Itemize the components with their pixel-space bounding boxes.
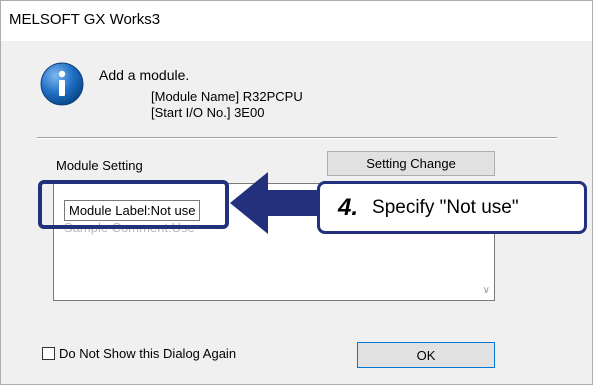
scroll-down-icon[interactable]: ∨ (483, 285, 490, 296)
callout-text: Specify "Not use" (372, 196, 519, 218)
step-number: 4. (338, 193, 359, 221)
start-io-line: [Start I/O No.] 3E00 (151, 105, 265, 120)
window-title: MELSOFT GX Works3 (9, 11, 161, 28)
message-heading: Add a module. (99, 67, 190, 83)
instruction-callout: 4. Specify "Not use" (317, 181, 587, 234)
info-icon (40, 62, 84, 106)
dont-show-label[interactable]: Do Not Show this Dialog Again (59, 346, 236, 361)
setting-change-button[interactable]: Setting Change (327, 151, 495, 176)
title-bar: MELSOFT GX Works3 (1, 1, 592, 41)
highlight-box (38, 180, 229, 229)
module-setting-label: Module Setting (56, 158, 143, 173)
ok-button[interactable]: OK (357, 342, 495, 368)
dont-show-checkbox[interactable] (42, 347, 55, 360)
module-name-line: [Module Name] R32PCPU (151, 89, 303, 104)
divider (37, 137, 557, 139)
pointer-arrow-icon (230, 172, 330, 234)
